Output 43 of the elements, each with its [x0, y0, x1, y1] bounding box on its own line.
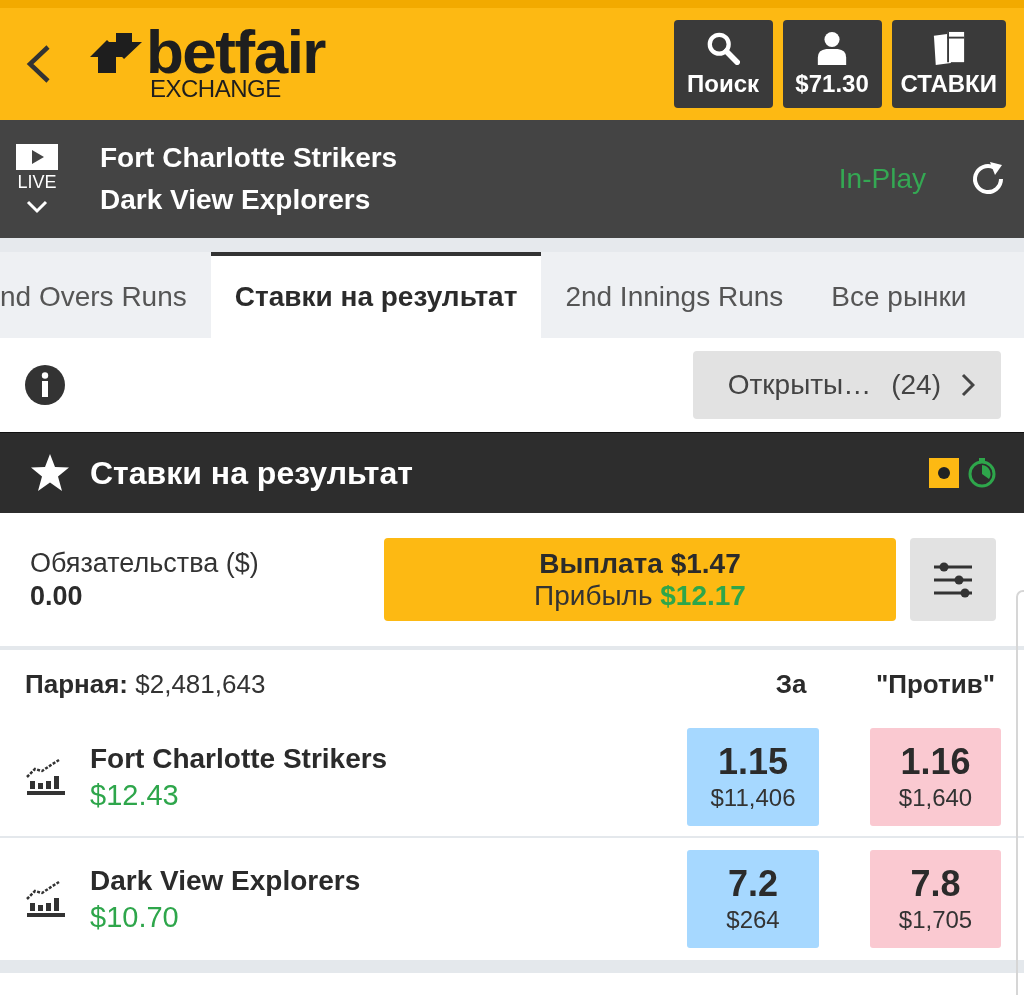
back-chevron-icon[interactable]: [24, 44, 52, 84]
event-team-name: Dark View Explorers: [100, 184, 372, 216]
cash-out-button[interactable]: Выплата $1.47 Прибыль $12.17: [384, 538, 896, 621]
bar-chart-icon[interactable]: [25, 757, 65, 797]
liability-value: 0.00: [30, 580, 84, 612]
info-icon[interactable]: [25, 365, 65, 405]
runner-name: Fort Charlotte Strikers: [90, 742, 388, 775]
runner-name: Dark View Explorers: [90, 864, 361, 897]
lay-column-header: "Против": [874, 668, 997, 700]
account-button[interactable]: $71.30: [782, 20, 882, 108]
back-odds-button[interactable]: 7.2 $264: [687, 850, 819, 948]
bet-slips-icon: [931, 30, 966, 65]
lay-odds-button[interactable]: 1.16 $1,640: [870, 728, 1001, 826]
settings-button[interactable]: [910, 538, 996, 621]
runner-profit: $12.43: [90, 778, 179, 812]
lay-odds-button[interactable]: 7.8 $1,705: [870, 850, 1001, 948]
chevron-right-icon: [961, 373, 975, 397]
search-button[interactable]: Поиск: [673, 20, 773, 108]
bets-button[interactable]: СТАВКИ: [891, 20, 1006, 108]
market-tab[interactable]: Ставки на результат: [210, 252, 542, 338]
liability-label: Обязательства ($): [30, 547, 260, 579]
back-column-header: За: [774, 668, 808, 700]
star-icon[interactable]: [30, 453, 70, 493]
chevron-down-icon[interactable]: [26, 200, 48, 214]
in-play-status: In-Play: [838, 163, 926, 195]
market-title: Ставки на результат: [90, 454, 413, 492]
refresh-icon[interactable]: [970, 161, 1006, 197]
live-label: LIVE: [17, 172, 57, 192]
market-tab[interactable]: Все рынки: [807, 252, 991, 338]
market-tab[interactable]: 2nd Innings Runs: [541, 252, 808, 338]
live-video-icon[interactable]: [16, 144, 58, 170]
logo-subtitle: EXCHANGE: [150, 77, 282, 101]
runner-profit: $10.70: [90, 900, 179, 934]
bar-chart-icon[interactable]: [25, 879, 65, 919]
timer-icon: [967, 458, 997, 488]
market-tab[interactable]: nd Overs Runs: [0, 252, 211, 338]
in-play-indicator-icon: [929, 458, 959, 488]
logo-wordmark: betfair: [146, 27, 325, 77]
search-icon: [706, 30, 741, 65]
event-team-name: Fort Charlotte Strikers: [100, 142, 398, 174]
matched-amount: Парная: $2,481,643: [25, 668, 267, 700]
open-bets-button[interactable]: Открыты… (24): [693, 351, 1001, 419]
back-odds-button[interactable]: 1.15 $11,406: [687, 728, 819, 826]
